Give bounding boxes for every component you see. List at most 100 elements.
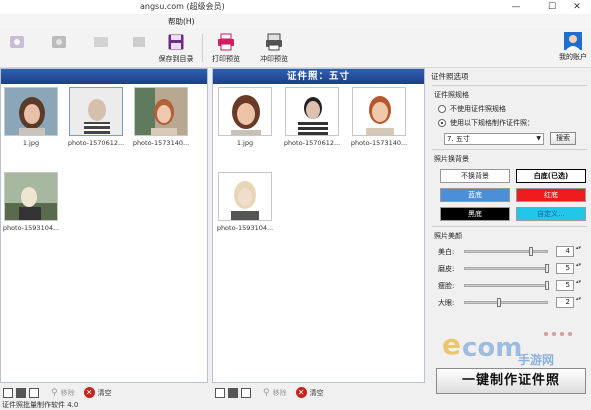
beauty-slider-row: 磨皮: 5 xyxy=(432,260,587,277)
window-title: angsu.com (超级会员) xyxy=(140,2,225,11)
result-footer: ⚲ 移除 ✕ 清空 xyxy=(212,384,425,401)
spec-group: 证件照规格 不使用证件照规格 使用以下规格制作证件照： 7. 五寸 ▼ 搜索 xyxy=(432,85,587,149)
maximize-button[interactable]: ☐ xyxy=(538,0,566,14)
slider-track[interactable] xyxy=(464,247,548,256)
spec-title: 证件照规格 xyxy=(434,91,469,99)
slider-label: 大眼: xyxy=(438,298,455,307)
background-option-button[interactable]: 白底(已选) xyxy=(516,169,586,183)
result-panel-header: 证件照：五寸 xyxy=(213,69,424,84)
user-avatar-icon xyxy=(564,32,582,50)
clear-button[interactable]: 清空 xyxy=(310,388,324,398)
close-button[interactable]: ✕ xyxy=(563,0,591,14)
slider-label: 磨皮: xyxy=(438,264,455,273)
invert-select-icon[interactable] xyxy=(228,387,238,398)
status-bar: 证件照批量制作软件 4.0 xyxy=(0,401,591,410)
beauty-slider-row: 瘦脸: 5 xyxy=(432,277,587,294)
value-spinner[interactable]: 5 xyxy=(556,280,581,291)
options-pane: 证件照选项 证件照规格 不使用证件照规格 使用以下规格制作证件照： 7. 五寸 … xyxy=(428,68,591,401)
invert-select-icon[interactable] xyxy=(16,387,26,398)
app-icon-2 xyxy=(52,36,66,48)
menu-help[interactable]: 帮助(H) xyxy=(168,16,195,27)
slider-label: 美白: xyxy=(438,247,455,256)
result-thumb[interactable]: photo-1570612... xyxy=(284,87,340,147)
result-thumb[interactable]: photo-1593104... xyxy=(217,172,273,232)
slider-handle[interactable] xyxy=(545,281,549,290)
id-photo xyxy=(218,87,272,136)
radio-icon xyxy=(438,105,446,113)
remove-button[interactable]: 移除 xyxy=(61,388,75,398)
background-option-button[interactable]: 不换背景 xyxy=(440,169,510,183)
source-thumb[interactable]: 1.jpg xyxy=(3,87,59,147)
slider-handle[interactable] xyxy=(497,298,501,307)
result-images-panel: 证件照：五寸 1.jpg photo-1570612... photo-1573… xyxy=(212,68,425,383)
portrait-photo xyxy=(134,87,188,136)
portrait-photo xyxy=(4,87,58,136)
result-thumb[interactable]: photo-1573140... xyxy=(351,87,407,147)
beauty-title: 照片美颜 xyxy=(434,232,462,240)
options-title: 证件照选项 xyxy=(431,72,469,81)
beauty-group: 照片美颜 美白: 4 磨皮: 5 瘦脸: 5 大眼: 2 xyxy=(432,226,587,311)
background-title: 照片换背景 xyxy=(434,155,469,163)
source-thumb[interactable]: photo-1593104... xyxy=(3,172,59,232)
toolbar-button-4[interactable] xyxy=(118,32,160,66)
radio-use-spec[interactable]: 使用以下规格制作证件照： xyxy=(432,116,587,130)
save-to-folder-button[interactable]: 保存到目录 xyxy=(155,32,197,66)
svg-text:e: e xyxy=(442,328,461,361)
value-spinner[interactable]: 2 xyxy=(556,297,581,308)
toolbar-button-1[interactable] xyxy=(0,32,38,66)
background-option-button[interactable]: 自定义... xyxy=(516,207,586,221)
source-thumb[interactable]: photo-1570612... xyxy=(68,87,124,147)
slider-handle[interactable] xyxy=(529,247,533,256)
svg-text:手游网: 手游网 xyxy=(518,352,554,367)
toolbar-button-3[interactable] xyxy=(80,32,122,66)
remove-icon: ⚲ xyxy=(263,387,270,398)
background-option-button[interactable]: 红底 xyxy=(516,188,586,202)
slider-label: 瘦脸: xyxy=(438,281,455,290)
photo-print-preview-button[interactable]: 冲印预览 xyxy=(253,32,295,66)
chevron-down-icon: ▼ xyxy=(536,134,541,142)
select-all-icon[interactable] xyxy=(3,387,13,398)
print-preview-button[interactable]: 打印预览 xyxy=(205,32,247,66)
result-thumb[interactable]: 1.jpg xyxy=(217,87,273,147)
remove-button[interactable]: 移除 xyxy=(273,388,287,398)
make-id-photo-button[interactable]: 一键制作证件照 xyxy=(436,368,586,394)
clear-icon: ✕ xyxy=(295,387,307,398)
minimize-button[interactable]: — xyxy=(502,0,530,14)
beauty-slider-row: 美白: 4 xyxy=(432,243,587,260)
value-spinner[interactable]: 4 xyxy=(556,246,581,257)
source-images-panel: 1.jpg photo-1570612... photo-1573140... … xyxy=(0,68,208,383)
toolbar-separator xyxy=(202,34,203,62)
radio-no-spec[interactable]: 不使用证件照规格 xyxy=(432,102,587,116)
source-footer: ⚲ 移除 ✕ 清空 xyxy=(0,384,208,401)
id-photo xyxy=(285,87,339,136)
menu-bar: 帮助(H) xyxy=(0,14,591,28)
slider-handle[interactable] xyxy=(545,264,549,273)
app-icon-3 xyxy=(94,37,108,47)
id-photo xyxy=(218,172,272,221)
source-panel-header xyxy=(1,69,207,84)
id-photo xyxy=(352,87,406,136)
toolbar-button-2[interactable] xyxy=(38,32,80,66)
source-thumb[interactable]: photo-1573140... xyxy=(133,87,189,147)
slider-track[interactable] xyxy=(464,264,549,273)
title-bar: angsu.com (超级会员) — ☐ ✕ xyxy=(0,0,591,14)
save-icon xyxy=(168,34,184,50)
clear-button[interactable]: 清空 xyxy=(98,388,112,398)
radio-selected-icon xyxy=(438,119,446,127)
svg-text:com: com xyxy=(462,333,522,363)
slider-track[interactable] xyxy=(464,298,548,307)
portrait-photo xyxy=(4,172,58,221)
background-option-button[interactable]: 蓝底 xyxy=(440,188,510,202)
value-spinner[interactable]: 5 xyxy=(556,263,581,274)
spec-select[interactable]: 7. 五寸 ▼ xyxy=(444,132,544,145)
select-none-icon[interactable] xyxy=(29,387,39,398)
select-all-icon[interactable] xyxy=(215,387,225,398)
background-group: 照片换背景 不换背景 白底(已选) 蓝底 红底 黑底 自定义... xyxy=(432,149,587,226)
portrait-photo xyxy=(69,87,123,136)
slider-track[interactable] xyxy=(464,281,549,290)
background-option-button[interactable]: 黑底 xyxy=(440,207,510,221)
search-button[interactable]: 搜索 xyxy=(550,132,576,145)
watermark-logo: e com 手游网 xyxy=(442,328,572,367)
select-none-icon[interactable] xyxy=(241,387,251,398)
my-account-button[interactable]: 我的账户 xyxy=(557,32,589,62)
